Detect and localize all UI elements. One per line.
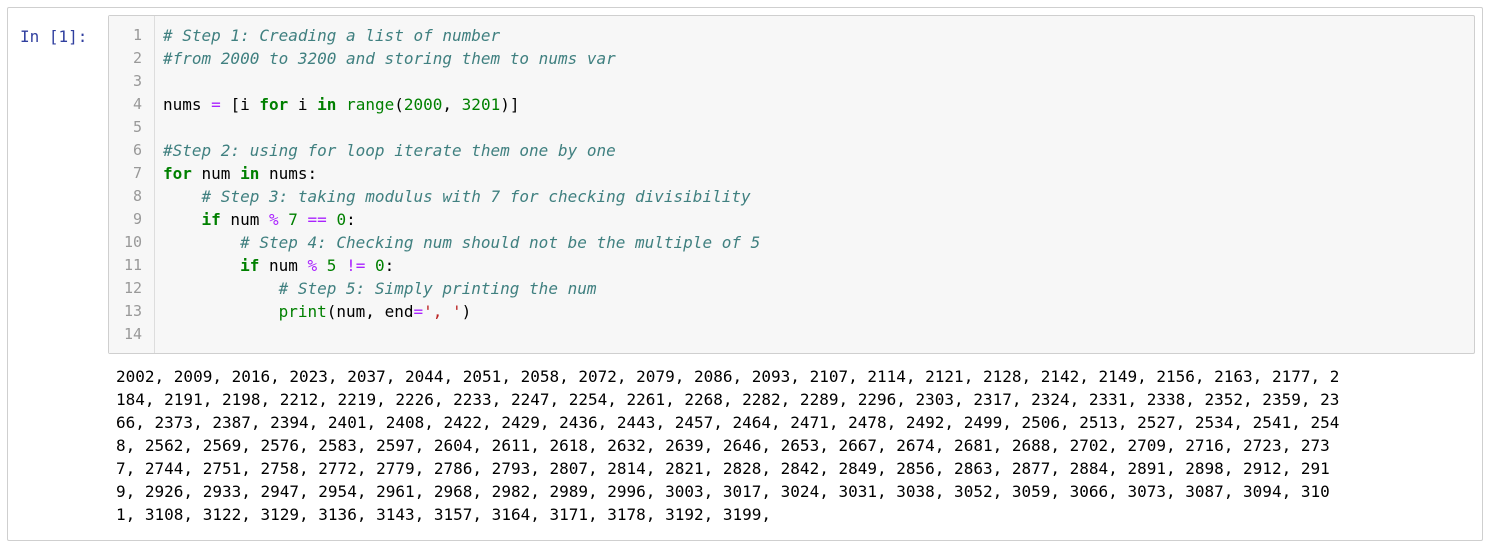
line-number: 13 (123, 302, 142, 320)
code-token: ) (461, 302, 472, 321)
code-token: 3201 (461, 95, 501, 114)
output-line: 2002, 2009, 2016, 2023, 2037, 2044, 2051… (116, 367, 1340, 386)
line-number: 4 (132, 95, 142, 113)
code-token: 0 (336, 210, 347, 229)
code-token: #Step 2: using for loop iterate them one… (163, 141, 616, 160)
code-token: # Step 1: Creading a list of number (163, 26, 501, 45)
cell-output: 2002, 2009, 2016, 2023, 2037, 2044, 2051… (116, 365, 1468, 526)
code-token: ( (394, 95, 404, 114)
code-token: 7 (288, 210, 298, 229)
output-line: 8, 2562, 2569, 2576, 2583, 2597, 2604, 2… (116, 436, 1330, 455)
input-prompt: In [1]: (20, 27, 88, 46)
output-line: 7, 2744, 2751, 2758, 2772, 2779, 2786, 2… (116, 459, 1330, 478)
code-line[interactable]: for num in nums: (163, 162, 317, 185)
code-line[interactable]: print(num, end=', ') (163, 300, 472, 323)
code-line[interactable]: if num % 7 == 0: (163, 208, 356, 231)
code-token: )] (500, 95, 520, 114)
code-token: # Step 4: Checking num should not be the… (240, 233, 761, 252)
line-number: 10 (123, 233, 142, 251)
code-token: i (288, 95, 318, 114)
code-token: in (317, 95, 337, 114)
code-line[interactable]: #from 2000 to 3200 and storing them to n… (163, 47, 616, 70)
code-token: if (240, 256, 260, 275)
line-number: 9 (132, 210, 142, 228)
code-token: != (346, 256, 366, 275)
code-token: 0 (374, 256, 385, 275)
code-token: print (278, 302, 327, 321)
line-number: 7 (132, 164, 142, 182)
code-line[interactable]: if num % 5 != 0: (163, 254, 394, 277)
code-token: = (413, 302, 424, 321)
code-token: #from 2000 to 3200 and storing them to n… (163, 49, 616, 68)
code-token: % (268, 210, 279, 229)
code-token: num (191, 164, 241, 183)
code-token: 2000 (403, 95, 443, 114)
code-line[interactable]: nums = [i for i in range(2000, 3201)] (163, 93, 519, 116)
code-token: # Step 5: Simply printing the num (278, 279, 597, 298)
output-line: 1, 3108, 3122, 3129, 3136, 3143, 3157, 3… (116, 505, 772, 524)
code-token: (num, end (326, 302, 414, 321)
line-number: 12 (123, 279, 142, 297)
code-token: [i (220, 95, 260, 114)
code-token: ', ' (423, 302, 462, 321)
code-token: range (346, 95, 395, 114)
code-token: for (163, 164, 192, 183)
code-line[interactable]: # Step 4: Checking num should not be the… (163, 231, 760, 254)
line-number: 5 (132, 118, 142, 136)
code-token: num (259, 256, 308, 275)
code-line[interactable]: # Step 3: taking modulus with 7 for chec… (163, 185, 751, 208)
line-number: 6 (132, 141, 142, 159)
line-number-gutter: 1 2 3 4 5 6 7 8 9 10 11 12 13 14 (109, 16, 155, 353)
code-token: % (307, 256, 318, 275)
code-token: # Step 3: taking modulus with 7 for chec… (201, 187, 751, 206)
code-token: , (442, 95, 462, 114)
code-token: : (384, 256, 395, 275)
code-token: if (201, 210, 221, 229)
output-line: 66, 2373, 2387, 2394, 2401, 2408, 2422, … (116, 413, 1340, 432)
output-line: 184, 2191, 2198, 2212, 2219, 2226, 2233,… (116, 390, 1340, 409)
code-token: nums (163, 95, 212, 114)
code-line[interactable]: #Step 2: using for loop iterate them one… (163, 139, 616, 162)
code-token: nums: (259, 164, 318, 183)
line-number: 14 (123, 325, 142, 343)
code-token: for (259, 95, 289, 114)
code-token: in (240, 164, 260, 183)
code-token: : (346, 210, 356, 229)
line-number: 11 (123, 256, 142, 274)
line-number: 3 (132, 72, 142, 90)
line-number: 1 (132, 26, 142, 44)
code-token: num (220, 210, 269, 229)
code-editor[interactable]: 1 2 3 4 5 6 7 8 9 10 11 12 13 14 # Step 1: Creading a… (108, 15, 1475, 354)
line-number: 8 (132, 187, 142, 205)
code-line[interactable]: # Step 1: Creading a list of number (163, 24, 500, 47)
code-token: == (307, 210, 327, 229)
code-token: 5 (326, 256, 337, 275)
code-line[interactable]: # Step 5: Simply printing the num (163, 277, 597, 300)
code-token: = (211, 95, 221, 114)
line-number: 2 (132, 49, 142, 67)
output-line: 9, 2926, 2933, 2947, 2954, 2961, 2968, 2… (116, 482, 1330, 501)
